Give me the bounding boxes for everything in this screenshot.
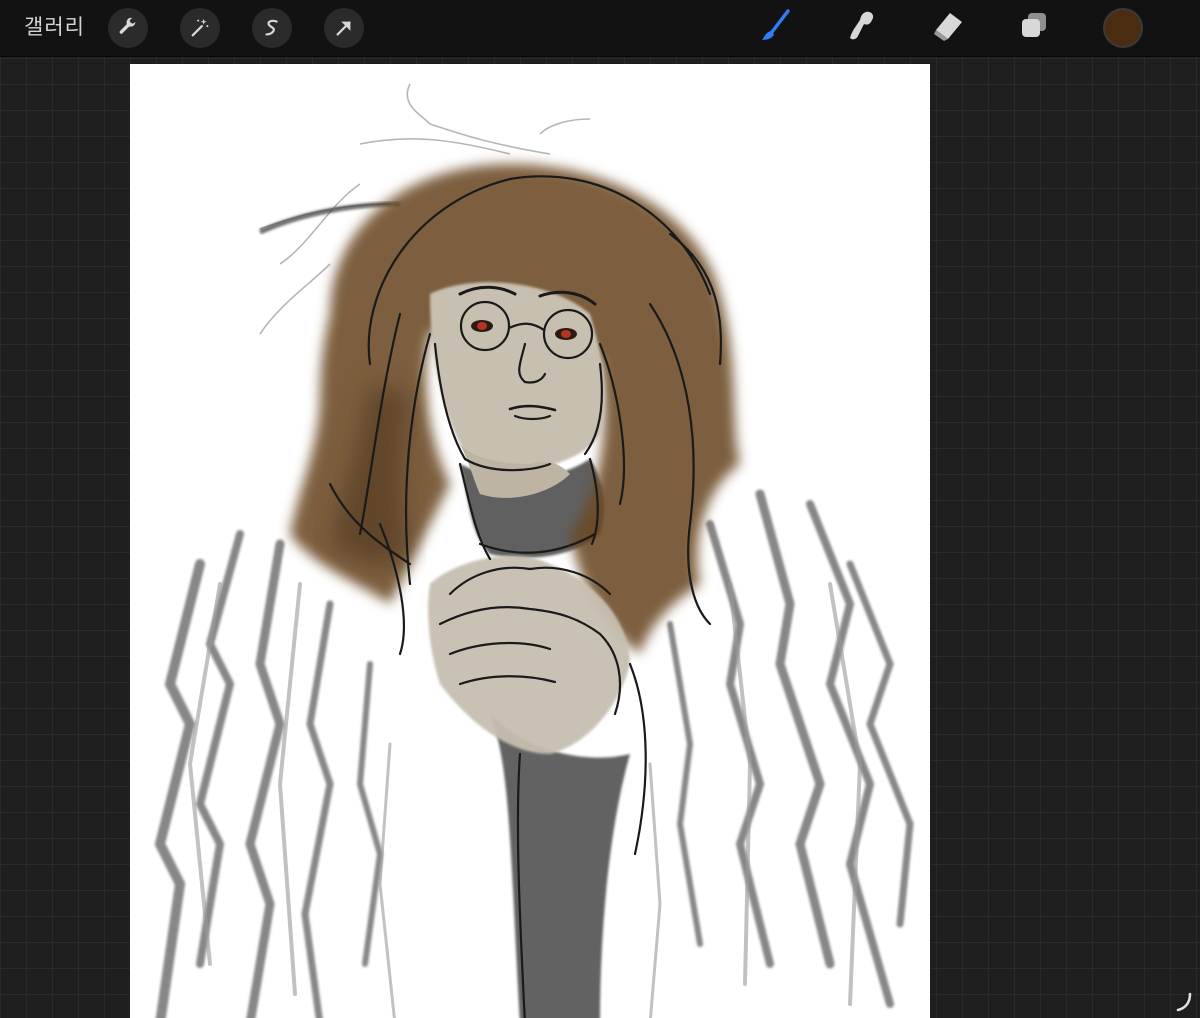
wrench-icon — [117, 17, 139, 39]
gallery-button[interactable]: 갤러리 — [24, 12, 85, 42]
selection-button[interactable] — [252, 8, 292, 48]
layers-icon — [1017, 9, 1051, 47]
eraser-tool[interactable] — [928, 8, 968, 48]
artwork — [154, 83, 914, 1018]
brush-tool[interactable] — [756, 8, 796, 48]
magic-wand-icon — [189, 17, 211, 39]
color-picker-button[interactable] — [1103, 8, 1143, 48]
drawing-canvas[interactable] — [130, 64, 930, 1018]
face — [430, 282, 606, 474]
transform-button[interactable] — [324, 8, 364, 48]
selection-icon — [261, 17, 283, 39]
sweater — [490, 714, 630, 1018]
adjustments-button[interactable] — [180, 8, 220, 48]
eraser-icon — [930, 8, 966, 48]
brush-icon — [756, 6, 796, 50]
canvas-corner-icon — [1172, 990, 1196, 1014]
actions-button[interactable] — [108, 8, 148, 48]
top-toolbar: 갤러리 — [0, 0, 1200, 56]
procreate-app: 갤러리 — [0, 0, 1200, 1018]
smudge-icon — [844, 8, 880, 48]
smudge-tool[interactable] — [842, 8, 882, 48]
transform-arrow-icon — [333, 17, 355, 39]
layers-tool[interactable] — [1014, 8, 1054, 48]
